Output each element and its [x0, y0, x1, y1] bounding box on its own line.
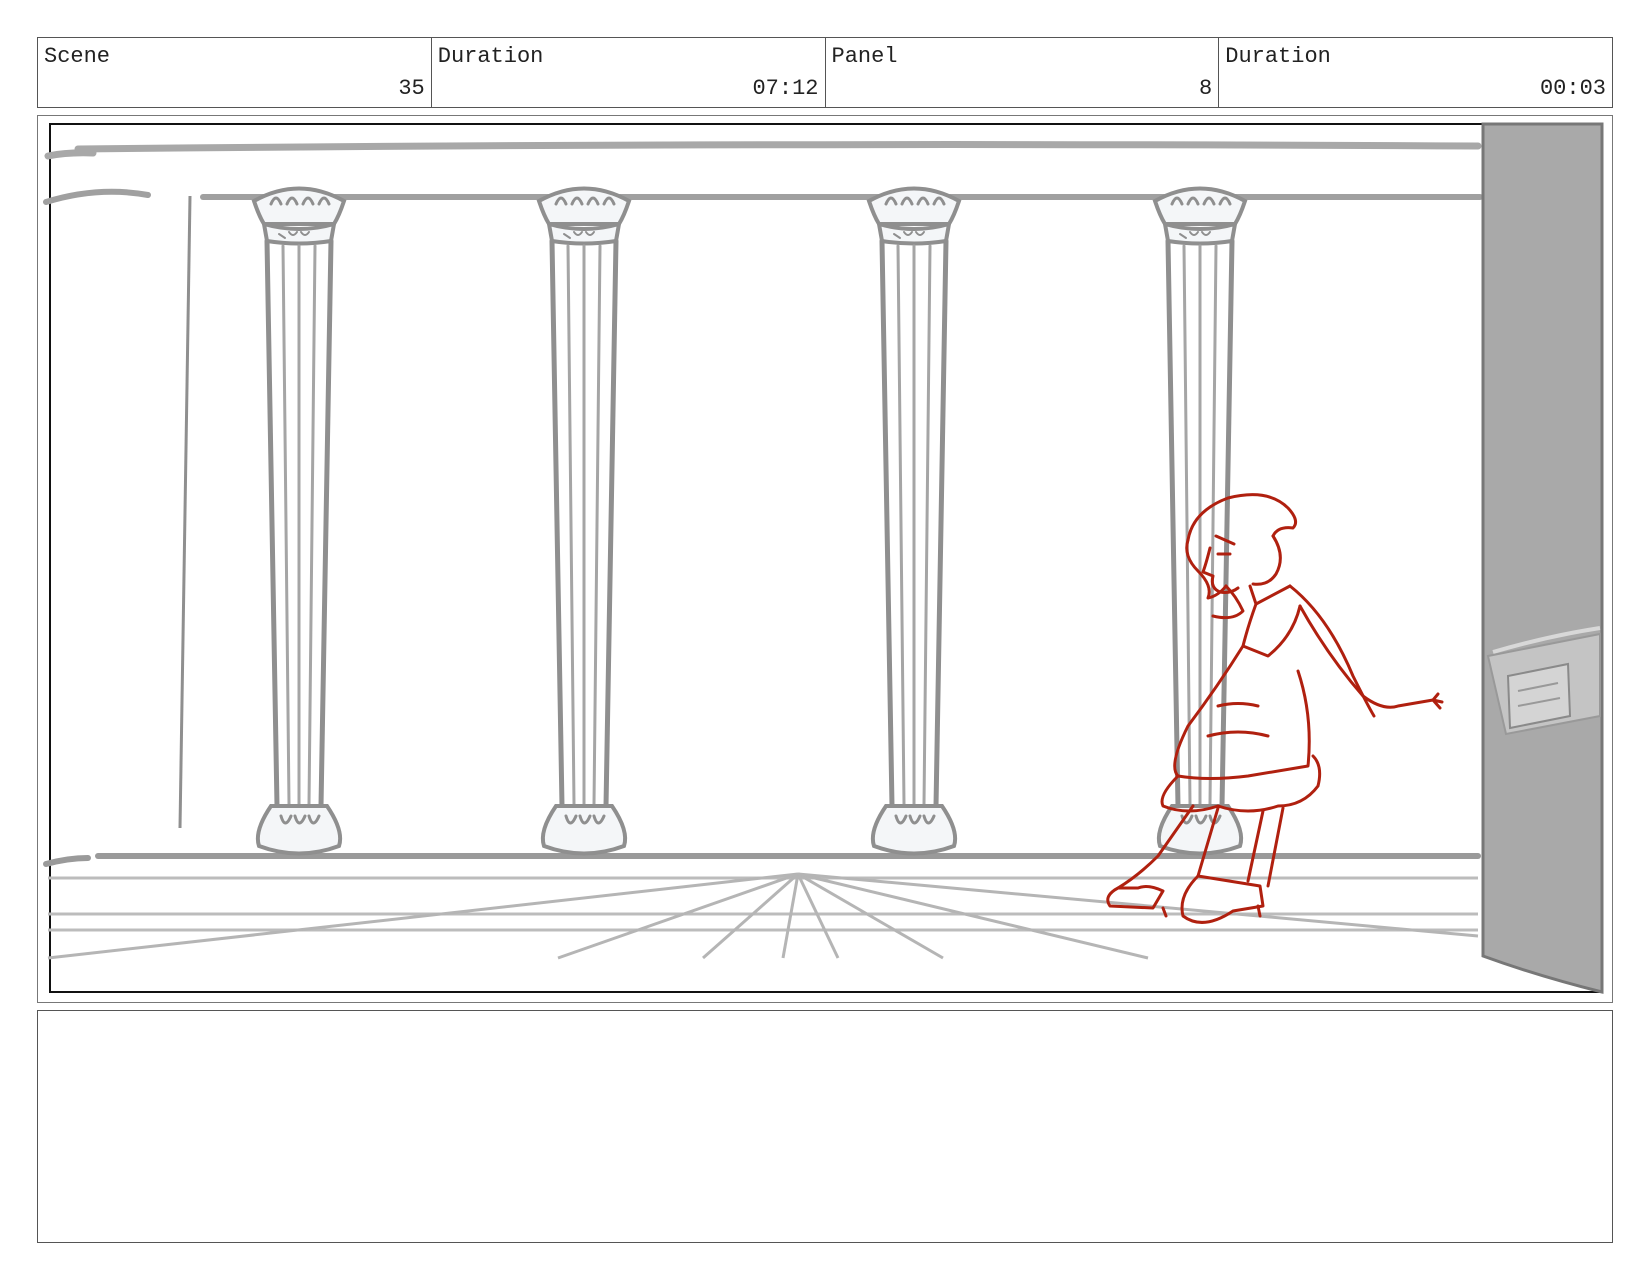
floor-base	[43, 853, 1481, 867]
column-3	[866, 186, 962, 856]
panel-drawing	[43, 122, 1604, 994]
panel-duration-value: 00:03	[1539, 76, 1606, 101]
right-wall	[1481, 122, 1604, 994]
perspective-rays	[47, 872, 1479, 960]
column-1	[251, 186, 347, 856]
scene-duration-label: Duration	[437, 44, 544, 69]
scene-label: Scene	[44, 44, 111, 69]
storyboard-header: Scene 35 Duration 07:12 Panel 8 Duration…	[37, 37, 1613, 108]
panel-notes-area[interactable]	[37, 1010, 1613, 1243]
entablature	[44, 141, 1482, 160]
columns-group	[251, 186, 1248, 856]
panel-duration-cell: Duration 00:03	[1219, 38, 1612, 107]
panel-label: Panel	[831, 44, 898, 69]
left-edge-line	[178, 195, 192, 829]
column-2	[536, 186, 632, 856]
panel-number: 8	[1199, 76, 1213, 101]
scene-duration-cell: Duration 07:12	[432, 38, 826, 107]
panel-duration-label: Duration	[1225, 44, 1331, 69]
scene-duration-value: 07:12	[752, 76, 819, 101]
scene-cell: Scene 35	[38, 38, 432, 107]
column-4	[1152, 186, 1248, 856]
scene-number: 35	[398, 76, 425, 101]
panel-cell: Panel 8	[826, 38, 1220, 107]
storyboard-panel	[37, 115, 1613, 1003]
